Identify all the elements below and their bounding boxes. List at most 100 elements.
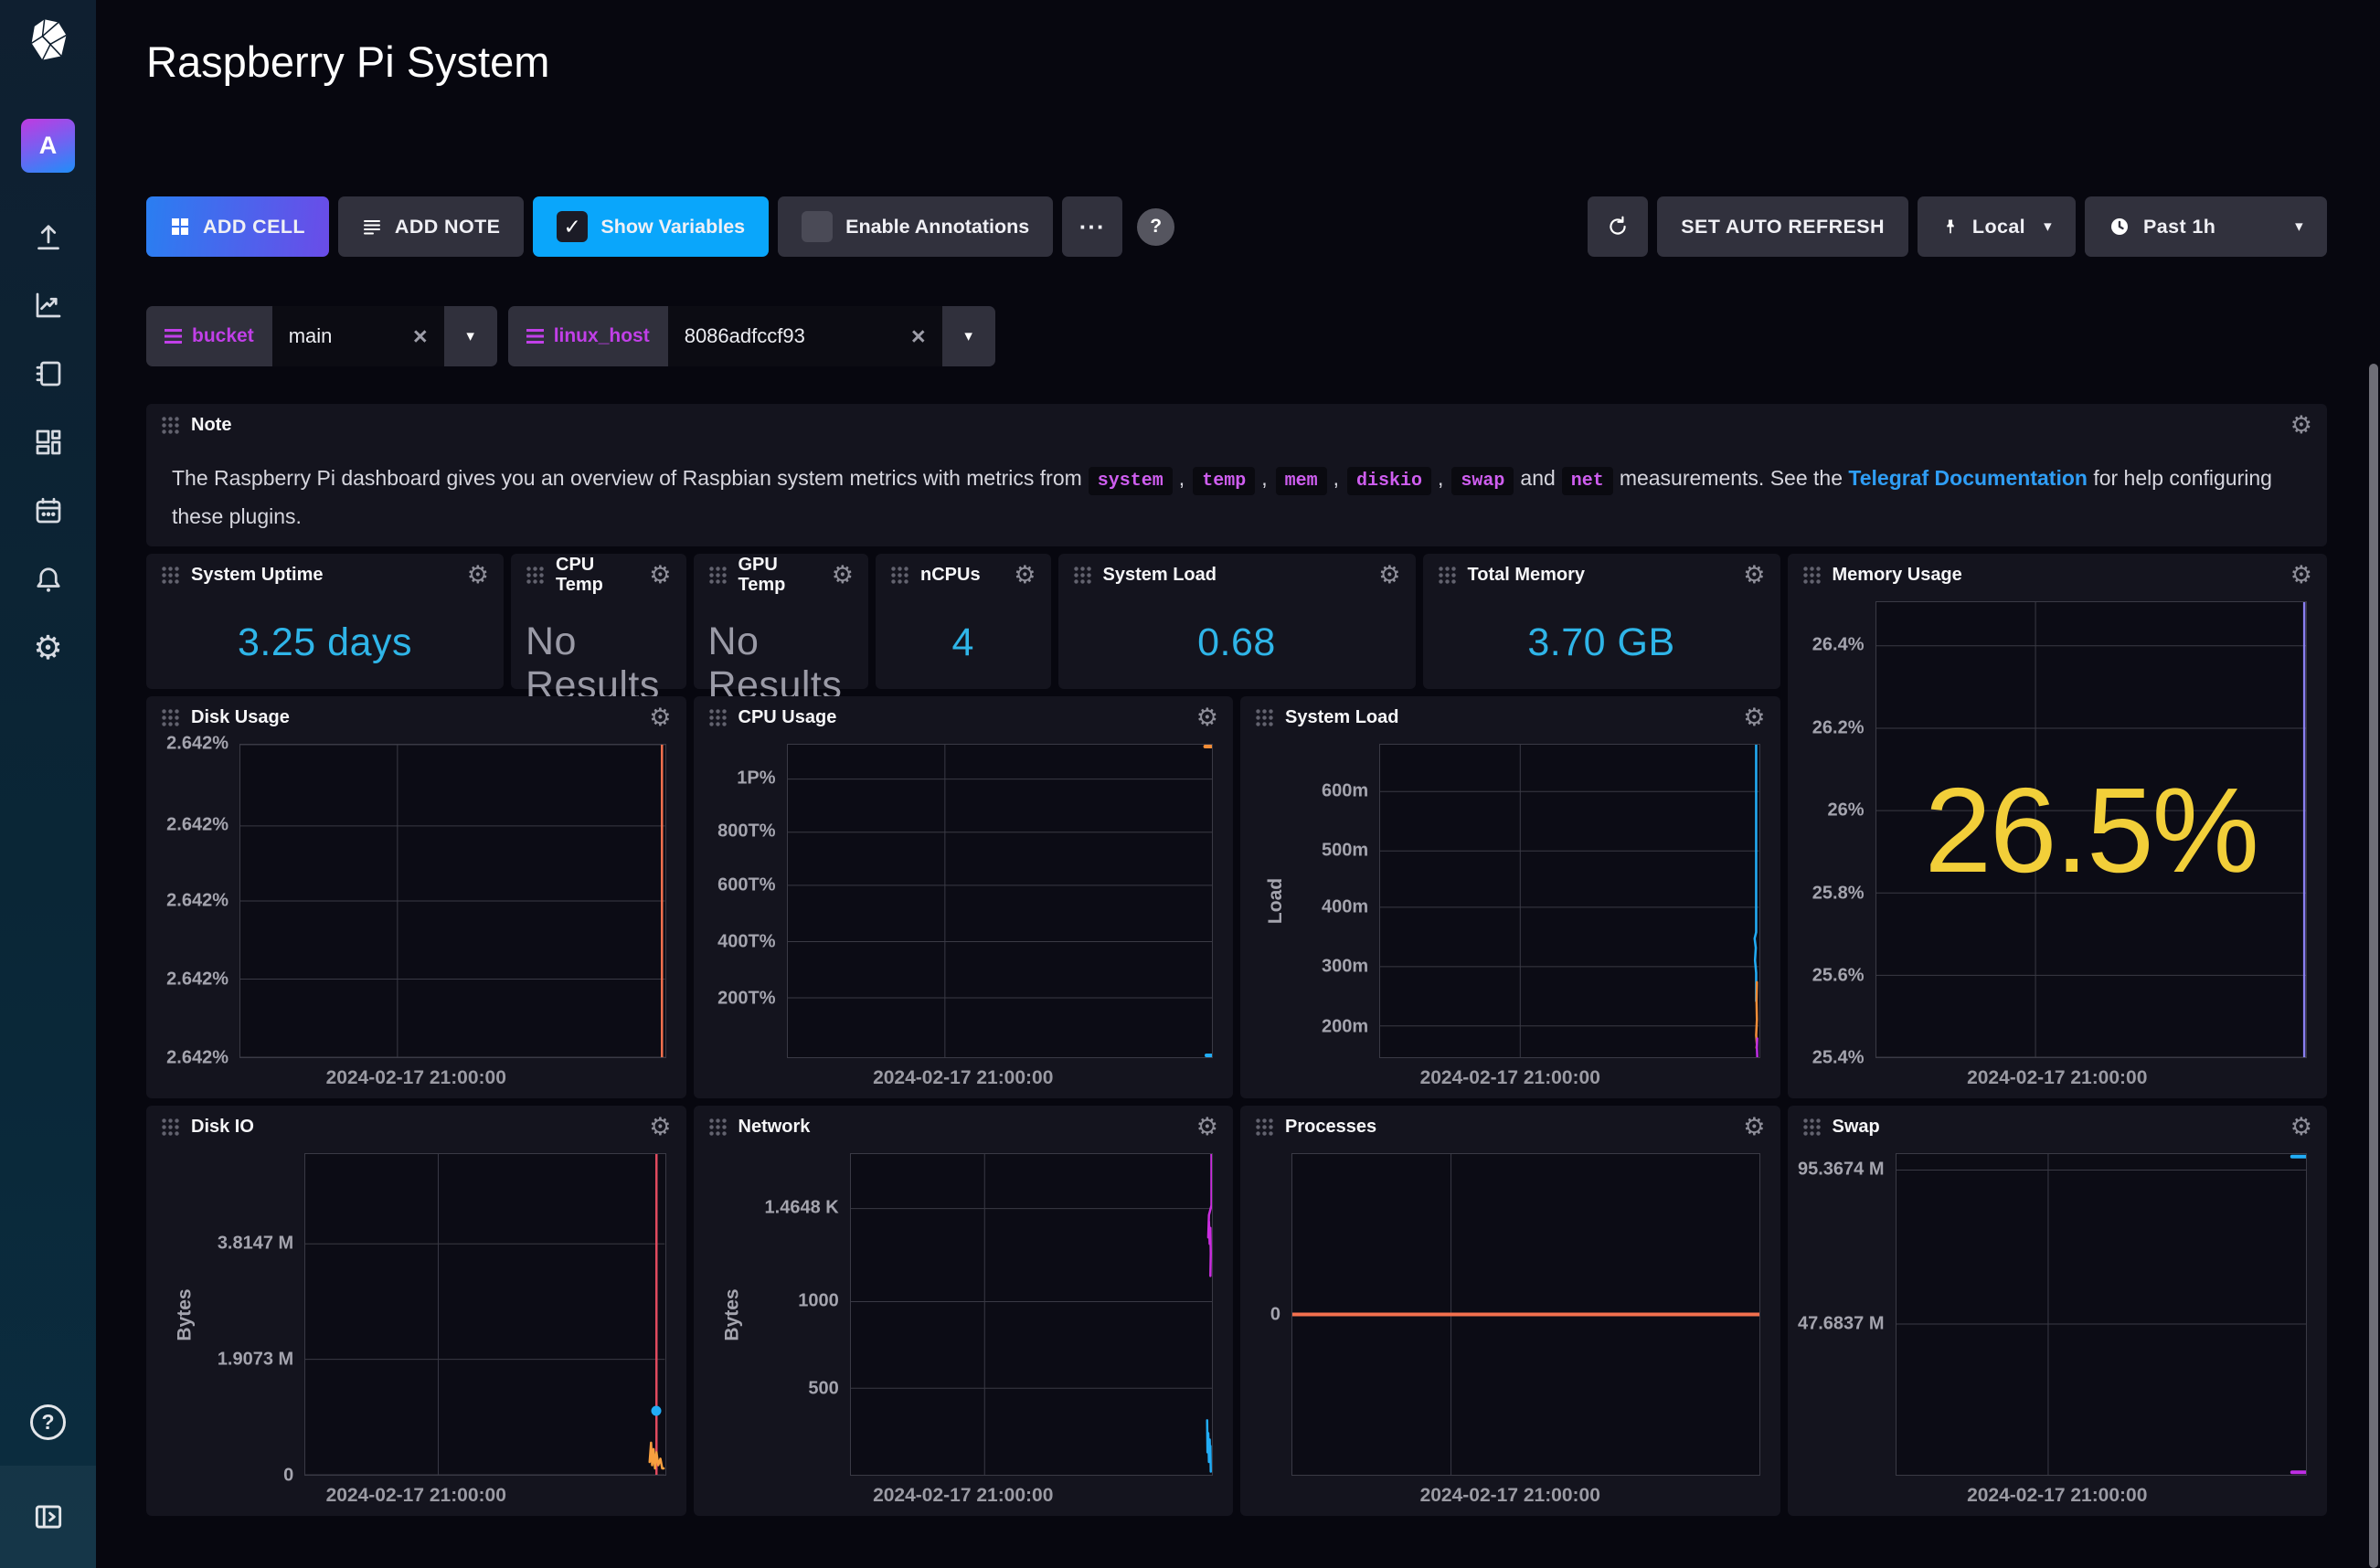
collapse-sidebar-icon[interactable] <box>31 1499 66 1534</box>
drag-handle-icon[interactable] <box>1438 566 1457 585</box>
clock-icon <box>2109 216 2130 238</box>
variable-linux-host-value[interactable]: 8086adfccf93 × <box>668 306 942 366</box>
gear-icon[interactable]: ⚙ <box>1743 1115 1765 1139</box>
influxdb-logo-icon[interactable] <box>0 15 96 66</box>
drag-handle-icon[interactable] <box>1802 1118 1822 1137</box>
drag-handle-icon[interactable] <box>161 416 180 435</box>
chart-plot-area[interactable] <box>239 744 666 1058</box>
timezone-dropdown[interactable]: Local ▾ <box>1918 196 2076 257</box>
panel-title: Total Memory <box>1468 565 1586 585</box>
drag-handle-icon[interactable] <box>161 708 180 727</box>
sidebar-item-data-explorer[interactable] <box>31 288 66 323</box>
panel-swap: Swap⚙ 95.3674 M47.6837 M 2024-02-17 21:0… <box>1788 1106 2328 1516</box>
dashboards-icon <box>32 426 65 459</box>
chart-plot-area[interactable] <box>850 1153 1213 1476</box>
variable-bucket-label-group[interactable]: bucket <box>146 306 272 366</box>
gear-icon[interactable]: ⚙ <box>1378 563 1400 588</box>
sidebar-footer <box>0 1466 96 1568</box>
toolbar-right-group: SET AUTO REFRESH Local ▾ <box>1588 196 2327 257</box>
variable-linux-host-dropdown[interactable]: ▾ <box>942 306 995 366</box>
drag-handle-icon[interactable] <box>890 566 909 585</box>
x-axis-label: 2024-02-17 21:00:00 <box>873 1485 1053 1507</box>
gear-icon[interactable]: ⚙ <box>2290 1115 2312 1139</box>
drag-handle-icon[interactable] <box>161 566 180 585</box>
gear-icon[interactable]: ⚙ <box>2290 563 2312 588</box>
more-options-button[interactable]: ··· <box>1062 196 1122 257</box>
drag-handle-icon[interactable] <box>708 566 728 585</box>
gear-icon[interactable]: ⚙ <box>467 563 489 588</box>
gear-icon[interactable]: ⚙ <box>1196 1115 1218 1139</box>
sidebar-item-tasks[interactable] <box>31 493 66 528</box>
drag-handle-icon[interactable] <box>1255 1118 1274 1137</box>
variable-linux-host-label-group[interactable]: linux_host <box>508 306 668 366</box>
calendar-icon <box>32 494 65 527</box>
panel-title: System Uptime <box>191 565 324 585</box>
drag-handle-icon[interactable] <box>161 1118 180 1137</box>
drag-handle-icon[interactable] <box>708 708 728 727</box>
panel-title: nCPUs <box>920 565 981 585</box>
gear-icon[interactable]: ⚙ <box>649 705 671 730</box>
variables-bar: bucket main × ▾ linux_host 80 <box>146 306 2327 366</box>
vertical-scrollbar-thumb[interactable] <box>2369 364 2378 1568</box>
panel-ncpus: nCPUs ⚙ 4 <box>876 554 1051 689</box>
checkbox-checked-icon: ✓ <box>557 211 588 242</box>
sidebar-item-notebooks[interactable] <box>31 356 66 391</box>
enable-annotations-toggle[interactable]: Enable Annotations <box>778 196 1053 257</box>
gear-icon[interactable]: ⚙ <box>649 1115 671 1139</box>
enable-annotations-label: Enable Annotations <box>845 216 1029 238</box>
chart-plot-area[interactable] <box>304 1153 665 1476</box>
set-auto-refresh-button[interactable]: SET AUTO REFRESH <box>1657 196 1908 257</box>
add-note-button[interactable]: ADD NOTE <box>338 196 524 257</box>
org-avatar[interactable]: A <box>21 119 75 173</box>
stat-value: 4 <box>876 596 1051 689</box>
bell-icon <box>32 563 65 596</box>
drag-handle-icon[interactable] <box>708 1118 728 1137</box>
variable-bucket-value[interactable]: main × <box>272 306 444 366</box>
panel-total-memory: Total Memory⚙ 3.70 GB <box>1423 554 1780 689</box>
chart-plot-area[interactable] <box>787 744 1214 1058</box>
toolbar-help-button[interactable]: ? <box>1137 208 1174 246</box>
drag-handle-icon[interactable] <box>526 566 545 585</box>
sidebar-item-settings[interactable]: ⚙ <box>31 630 66 665</box>
gear-icon[interactable]: ⚙ <box>2290 413 2312 438</box>
time-range-dropdown[interactable]: Past 1h ▾ <box>2085 196 2327 257</box>
code-chip: mem <box>1276 467 1327 495</box>
gear-icon[interactable]: ⚙ <box>649 563 671 588</box>
stat-empty-state: No Results <box>511 596 648 707</box>
chart-plot-area[interactable] <box>1896 1153 2308 1476</box>
telegraf-documentation-link[interactable]: Telegraf Documentation <box>1848 466 2088 490</box>
chart-plot-area[interactable] <box>1379 744 1759 1058</box>
x-axis-label: 2024-02-17 21:00:00 <box>1967 1067 2147 1089</box>
drag-handle-icon[interactable] <box>1802 566 1822 585</box>
sidebar-item-dashboards[interactable] <box>31 425 66 460</box>
variable-bucket-dropdown[interactable]: ▾ <box>444 306 497 366</box>
gear-icon[interactable]: ⚙ <box>1196 705 1218 730</box>
gear-icon[interactable]: ⚙ <box>1743 705 1765 730</box>
sidebar-item-upload[interactable] <box>31 219 66 254</box>
stat-value: 0.68 <box>1058 596 1416 689</box>
clear-icon[interactable]: × <box>911 324 926 349</box>
drag-handle-icon[interactable] <box>1255 708 1274 727</box>
x-axis-label: 2024-02-17 21:00:00 <box>1420 1067 1600 1089</box>
y-axis-ticks: 95.3674 M47.6837 M <box>1801 1153 1896 1476</box>
gear-icon[interactable]: ⚙ <box>832 563 854 588</box>
gear-icon[interactable]: ⚙ <box>1014 563 1036 588</box>
panel-title: Memory Usage <box>1833 565 1962 585</box>
panel-title: CPU Usage <box>738 707 837 727</box>
variable-bucket: bucket main × ▾ <box>146 306 497 366</box>
chart-plot-area[interactable]: 26.5% <box>1875 601 2308 1058</box>
notebook-icon <box>32 357 65 390</box>
clear-icon[interactable]: × <box>413 324 428 349</box>
panel-network: Network⚙ Bytes 1.4648 K1000500 2024-02-1… <box>694 1106 1234 1516</box>
refresh-button[interactable] <box>1588 196 1648 257</box>
add-cell-button[interactable]: ADD CELL <box>146 196 329 257</box>
chart-plot-area[interactable] <box>1291 1153 1760 1476</box>
x-axis-label: 2024-02-17 21:00:00 <box>1967 1485 2147 1507</box>
panel-title: Network <box>738 1117 811 1137</box>
drag-handle-icon[interactable] <box>1073 566 1092 585</box>
sidebar-help-button[interactable]: ? <box>30 1404 66 1440</box>
gear-icon[interactable]: ⚙ <box>1743 563 1765 588</box>
add-cell-label: ADD CELL <box>203 216 305 238</box>
sidebar-item-alerts[interactable] <box>31 562 66 597</box>
show-variables-toggle[interactable]: ✓ Show Variables <box>533 196 769 257</box>
